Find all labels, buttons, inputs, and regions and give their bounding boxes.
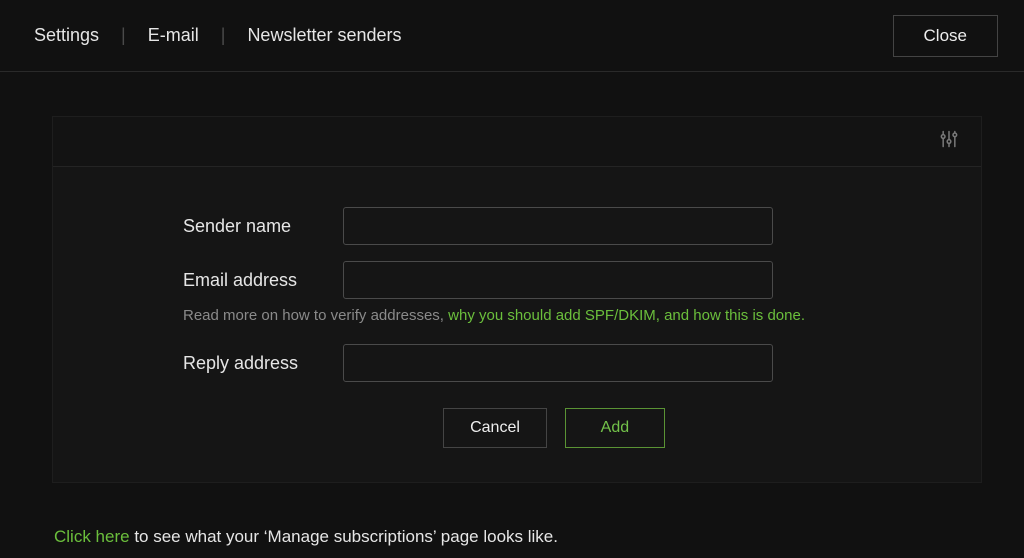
breadcrumb-item-settings[interactable]: Settings	[34, 25, 99, 46]
breadcrumb-item-email[interactable]: E-mail	[148, 25, 199, 46]
top-bar: Settings | E-mail | Newsletter senders C…	[0, 0, 1024, 72]
reply-address-row: Reply address	[183, 344, 925, 382]
email-address-row: Email address	[183, 261, 925, 299]
workspace: Sender name Email address Read more on h…	[0, 72, 1024, 547]
cancel-button[interactable]: Cancel	[443, 408, 547, 448]
verify-hint-text: Read more on how to verify addresses,	[183, 307, 448, 324]
email-address-input[interactable]	[343, 261, 773, 299]
sender-form-panel: Sender name Email address Read more on h…	[52, 116, 982, 483]
sender-name-input[interactable]	[343, 207, 773, 245]
manage-subscriptions-link[interactable]: Click here	[54, 527, 130, 546]
sliders-icon[interactable]	[939, 129, 959, 154]
breadcrumb: Settings | E-mail | Newsletter senders	[34, 25, 402, 46]
breadcrumb-item-newsletter-senders[interactable]: Newsletter senders	[247, 25, 401, 46]
sender-name-row: Sender name	[183, 207, 925, 245]
manage-subscriptions-hint: Click here to see what your ‘Manage subs…	[54, 527, 996, 547]
add-button[interactable]: Add	[565, 408, 665, 448]
reply-address-label: Reply address	[183, 353, 343, 374]
verify-hint: Read more on how to verify addresses, wh…	[183, 307, 925, 324]
reply-address-input[interactable]	[343, 344, 773, 382]
form-actions: Cancel Add	[183, 382, 925, 448]
panel-header	[53, 117, 981, 167]
breadcrumb-separator: |	[121, 25, 126, 46]
sender-name-label: Sender name	[183, 216, 343, 237]
breadcrumb-separator: |	[221, 25, 226, 46]
verify-hint-link[interactable]: why you should add SPF/DKIM, and how thi…	[448, 307, 805, 324]
close-button[interactable]: Close	[893, 15, 998, 57]
email-address-label: Email address	[183, 270, 343, 291]
panel-body: Sender name Email address Read more on h…	[53, 167, 981, 482]
manage-subscriptions-text: to see what your ‘Manage subscriptions’ …	[130, 527, 558, 546]
